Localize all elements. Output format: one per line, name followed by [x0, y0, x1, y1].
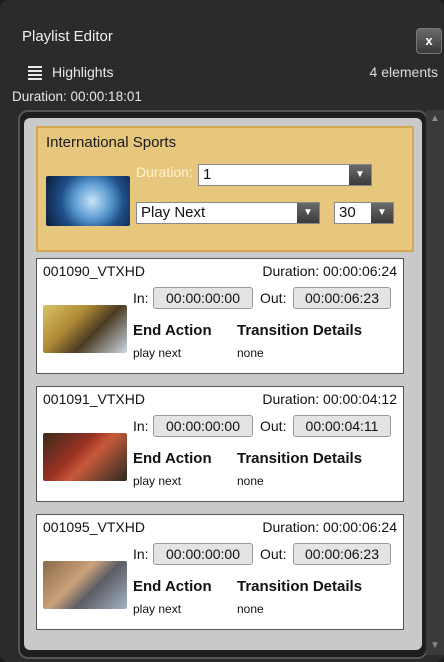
in-timecode-field[interactable]: 00:00:00:00: [153, 543, 253, 565]
in-timecode-field[interactable]: 00:00:00:00: [153, 287, 253, 309]
end-action-label: End Action: [133, 578, 212, 595]
clip-id: 001095_VTXHD: [43, 519, 145, 535]
group-item[interactable]: International Sports Duration: 1 ▼ Play …: [36, 126, 414, 252]
globe-thumbnail: [46, 176, 130, 226]
scroll-down-icon[interactable]: ▼: [428, 639, 442, 653]
group-number-dropdown[interactable]: 30 ▼: [334, 202, 394, 224]
in-label: In:: [133, 546, 149, 562]
playlist-duration: Duration: 00:00:18:01: [12, 89, 142, 104]
out-label: Out:: [260, 546, 287, 562]
transition-label: Transition Details: [237, 322, 363, 339]
scrollbar[interactable]: ▲ ▼: [426, 110, 444, 655]
transition-value: none: [237, 474, 264, 488]
group-action-value: Play Next: [141, 204, 206, 221]
in-label: In:: [133, 418, 149, 434]
clip-duration: Duration: 00:00:06:24: [262, 519, 397, 535]
end-action-value: play next: [133, 474, 182, 488]
playlist-list-body: International Sports Duration: 1 ▼ Play …: [24, 118, 422, 650]
end-action-value: play next: [133, 602, 182, 616]
group-duration-label: Duration:: [136, 164, 193, 180]
out-label: Out:: [260, 418, 287, 434]
clip-thumbnail: [43, 433, 127, 481]
element-count: 4 elements: [369, 64, 438, 80]
clip-duration: Duration: 00:00:04:12: [262, 391, 397, 407]
clip-thumbnail: [43, 561, 127, 609]
transition-value: none: [237, 602, 264, 616]
list-icon[interactable]: [28, 66, 42, 80]
transition-label: Transition Details: [237, 450, 363, 467]
clip-id: 001090_VTXHD: [43, 263, 145, 279]
transition-value: none: [237, 346, 264, 360]
window-title: Playlist Editor: [22, 28, 113, 45]
end-action-label: End Action: [133, 322, 212, 339]
clip-item[interactable]: 001090_VTXHD Duration: 00:00:06:24 In: 0…: [36, 258, 404, 374]
transition-label: Transition Details: [237, 578, 363, 595]
group-duration-value: 1: [203, 166, 212, 183]
clip-duration: Duration: 00:00:06:24: [262, 263, 397, 279]
playlist-editor-window: Playlist Editor x Highlights 4 elements …: [0, 0, 444, 662]
clip-item[interactable]: 001095_VTXHD Duration: 00:00:06:24 In: 0…: [36, 514, 404, 630]
out-label: Out:: [260, 290, 287, 306]
chevron-down-icon[interactable]: ▼: [349, 165, 371, 185]
in-label: In:: [133, 290, 149, 306]
group-title: International Sports: [46, 134, 177, 151]
clip-item[interactable]: 001091_VTXHD Duration: 00:00:04:12 In: 0…: [36, 386, 404, 502]
end-action-value: play next: [133, 346, 182, 360]
end-action-label: End Action: [133, 450, 212, 467]
clip-thumbnail: [43, 305, 127, 353]
chevron-down-icon[interactable]: ▼: [297, 203, 319, 223]
chevron-down-icon[interactable]: ▼: [371, 203, 393, 223]
close-button[interactable]: x: [416, 28, 442, 54]
in-timecode-field[interactable]: 00:00:00:00: [153, 415, 253, 437]
playlist-list: International Sports Duration: 1 ▼ Play …: [18, 110, 428, 659]
out-timecode-field[interactable]: 00:00:06:23: [293, 543, 391, 565]
playlist-name: Highlights: [52, 64, 114, 80]
scroll-up-icon[interactable]: ▲: [428, 112, 442, 126]
group-action-dropdown[interactable]: Play Next ▼: [136, 202, 320, 224]
out-timecode-field[interactable]: 00:00:06:23: [293, 287, 391, 309]
out-timecode-field[interactable]: 00:00:04:11: [293, 415, 391, 437]
group-number-value: 30: [339, 204, 356, 221]
group-duration-dropdown[interactable]: 1 ▼: [198, 164, 372, 186]
clip-id: 001091_VTXHD: [43, 391, 145, 407]
